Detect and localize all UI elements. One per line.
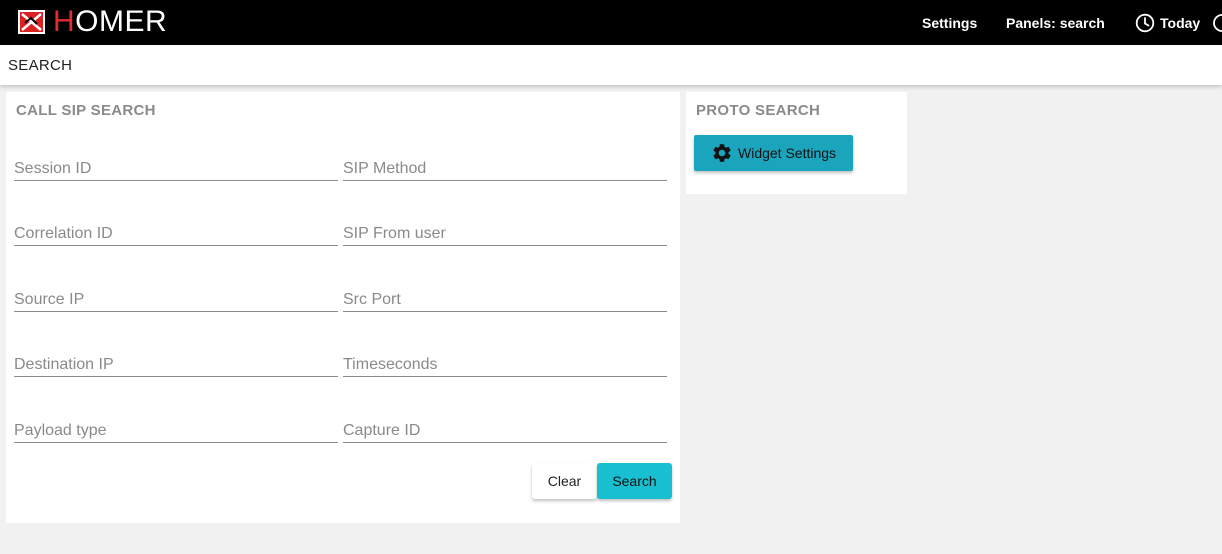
destination-ip-field bbox=[14, 347, 338, 377]
sip-from-user-input[interactable] bbox=[343, 216, 667, 245]
widget-settings-label: Widget Settings bbox=[738, 145, 837, 161]
nav-today-label: Today bbox=[1160, 14, 1201, 31]
widget-settings-button[interactable]: Widget Settings bbox=[694, 135, 853, 171]
src-port-input[interactable] bbox=[343, 282, 667, 311]
sip-method-field bbox=[343, 151, 667, 181]
homer-logo-icon[interactable] bbox=[17, 9, 46, 35]
search-button-label: Search bbox=[612, 473, 657, 489]
proto-search-panel: PROTO SEARCH Widget Settings bbox=[686, 92, 907, 194]
nav-overflow-icon[interactable] bbox=[1212, 0, 1222, 45]
panel-title-sip: CALL SIP SEARCH bbox=[16, 102, 156, 119]
correlation-id-field bbox=[14, 216, 338, 246]
clear-button-label: Clear bbox=[547, 473, 582, 489]
nav-settings-label: Settings bbox=[922, 14, 978, 31]
sub-header: SEARCH bbox=[0, 45, 1222, 85]
page-title: SEARCH bbox=[8, 57, 73, 74]
destination-ip-input[interactable] bbox=[14, 347, 338, 376]
session-id-field bbox=[14, 151, 338, 181]
nav-panels[interactable]: Panels: search bbox=[1006, 0, 1105, 45]
payload-type-field bbox=[14, 413, 338, 443]
search-button[interactable]: Search bbox=[597, 463, 672, 499]
sip-method-input[interactable] bbox=[343, 151, 667, 180]
gear-icon bbox=[713, 144, 731, 162]
clock-icon bbox=[1135, 13, 1155, 32]
brand-first-letter: H bbox=[53, 5, 76, 38]
nav-today[interactable]: Today bbox=[1135, 0, 1200, 45]
src-port-field bbox=[343, 282, 667, 312]
nav-panels-label: Panels: search bbox=[1006, 14, 1105, 31]
call-sip-search-panel: CALL SIP SEARCH Clear Search bbox=[6, 92, 680, 523]
panel-title-proto: PROTO SEARCH bbox=[696, 102, 821, 119]
brand-name[interactable]: HOMER bbox=[53, 4, 167, 40]
timeseconds-field bbox=[343, 347, 667, 377]
source-ip-input[interactable] bbox=[14, 282, 338, 311]
source-ip-field bbox=[14, 282, 338, 312]
top-bar: HOMER Settings Panels: search Today bbox=[0, 0, 1222, 45]
capture-id-input[interactable] bbox=[343, 413, 667, 442]
payload-type-input[interactable] bbox=[14, 413, 338, 442]
correlation-id-input[interactable] bbox=[14, 216, 338, 245]
capture-id-field bbox=[343, 413, 667, 443]
nav-settings[interactable]: Settings bbox=[922, 0, 977, 45]
brand-rest: OMER bbox=[75, 5, 168, 38]
session-id-input[interactable] bbox=[14, 151, 338, 180]
clear-button[interactable]: Clear bbox=[532, 463, 597, 499]
sip-from-user-field bbox=[343, 216, 667, 246]
timeseconds-input[interactable] bbox=[343, 347, 667, 376]
